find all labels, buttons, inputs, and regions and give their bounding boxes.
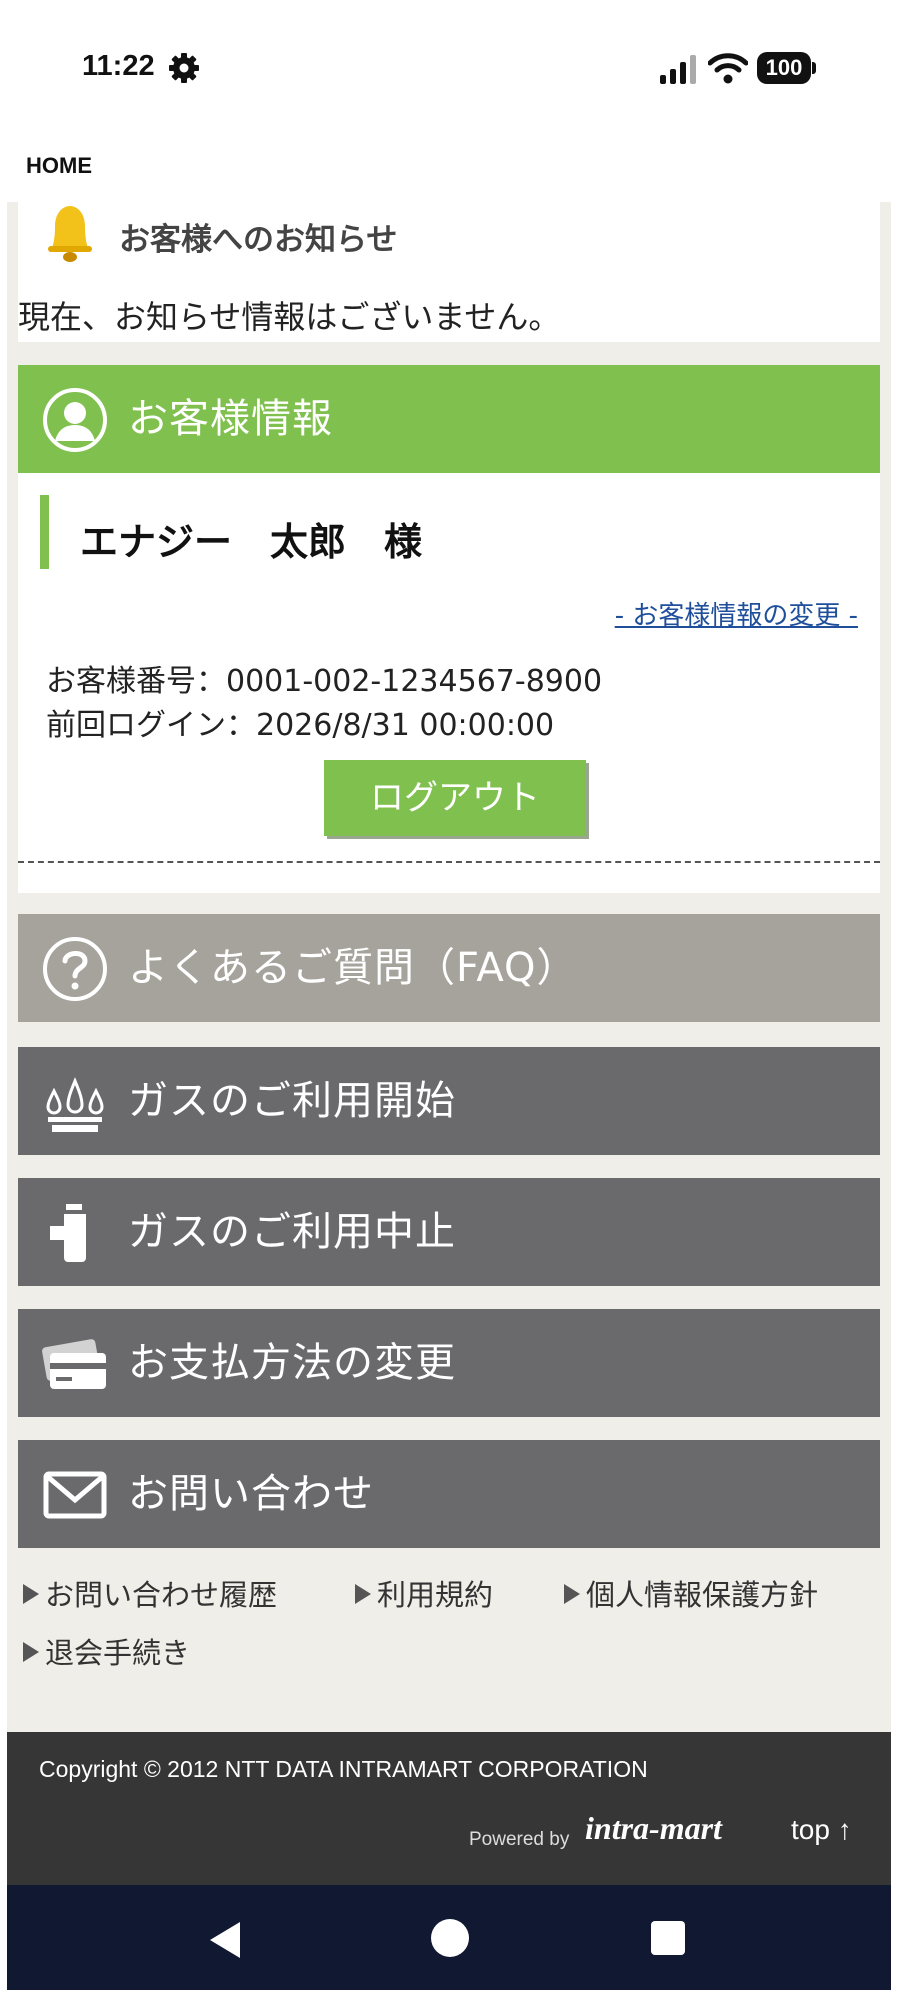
triangle-right-icon [355,1584,371,1604]
system-nav-bar [7,1885,891,1990]
name-accent-bar [40,495,49,569]
footer-link-terms[interactable]: 利用規約 [355,1572,493,1614]
mail-icon [43,1471,107,1519]
triangle-right-icon [564,1584,580,1604]
contact-menu-item[interactable]: お問い合わせ [18,1440,880,1548]
battery-level: 100 [757,52,811,84]
gas-start-label: ガスのご利用開始 [128,1078,456,1124]
gas-valve-icon [50,1204,86,1262]
credit-card-icon [42,1339,106,1389]
triangle-right-icon [23,1584,39,1604]
edit-customer-info-link[interactable]: - お客様情報の変更 - [615,595,858,632]
footer-link-contact-history[interactable]: お問い合わせ履歴 [23,1572,277,1614]
customer-number: お客様番号：0001-002-1234567-8900 [46,664,603,699]
bell-icon [48,206,92,262]
signal-icon [660,55,696,84]
customer-name: エナジー 太郎 様 [80,520,423,564]
footer-link-withdraw[interactable]: 退会手続き [23,1630,190,1672]
logout-button[interactable]: ログアウト [324,760,586,836]
payment-menu-item[interactable]: お支払方法の変更 [18,1309,880,1417]
back-to-top-link[interactable]: top ↑ [791,1814,852,1846]
status-time: 11:22 [82,50,155,82]
app-content: お客様へのお知らせ 現在、お知らせ情報はございません。 お客様情報 エナジー 太… [7,202,891,1885]
footer-link-privacy[interactable]: 個人情報保護方針 [564,1572,818,1614]
status-bar: 11:22 100 [0,0,897,140]
customer-info-title: お客様情報 [128,396,333,442]
triangle-right-icon [23,1642,39,1662]
recent-apps-icon[interactable] [651,1921,685,1955]
battery-icon: 100 [757,52,817,84]
intramart-logo: intra-mart [585,1810,722,1846]
gas-flame-icon [46,1077,104,1132]
gas-stop-menu-item[interactable]: ガスのご利用中止 [18,1178,880,1286]
wifi-icon [708,53,748,84]
contact-label: お問い合わせ [128,1471,374,1517]
faq-label: よくあるご質問（FAQ） [128,945,578,991]
gas-start-menu-item[interactable]: ガスのご利用開始 [18,1047,880,1155]
powered-by-text: Powered by [469,1829,570,1850]
question-icon [43,937,107,1001]
copyright-bar: Copyright © 2012 NTT DATA INTRAMART CORP… [7,1732,891,1885]
notice-title: お客様へのお知らせ [119,222,398,258]
home-circle-icon[interactable] [431,1919,469,1957]
last-login: 前回ログイン：2026/8/31 00:00:00 [46,708,555,743]
copyright-text: Copyright © 2012 NTT DATA INTRAMART CORP… [39,1756,648,1782]
notice-body: 現在、お知らせ情報はございません。 [18,298,561,336]
notice-card: お客様へのお知らせ 現在、お知らせ情報はございません。 [18,202,880,342]
faq-menu-item[interactable]: よくあるご質問（FAQ） [18,914,880,1022]
divider [18,861,880,863]
customer-info-card: エナジー 太郎 様 - お客様情報の変更 - お客様番号：0001-002-12… [18,473,880,893]
gas-stop-label: ガスのご利用中止 [128,1209,456,1255]
gear-icon [169,53,199,83]
home-link[interactable]: HOME [26,153,92,179]
user-icon [43,388,107,452]
customer-info-header: お客様情報 [18,365,880,473]
payment-label: お支払方法の変更 [128,1340,456,1386]
back-icon[interactable] [210,1922,240,1958]
